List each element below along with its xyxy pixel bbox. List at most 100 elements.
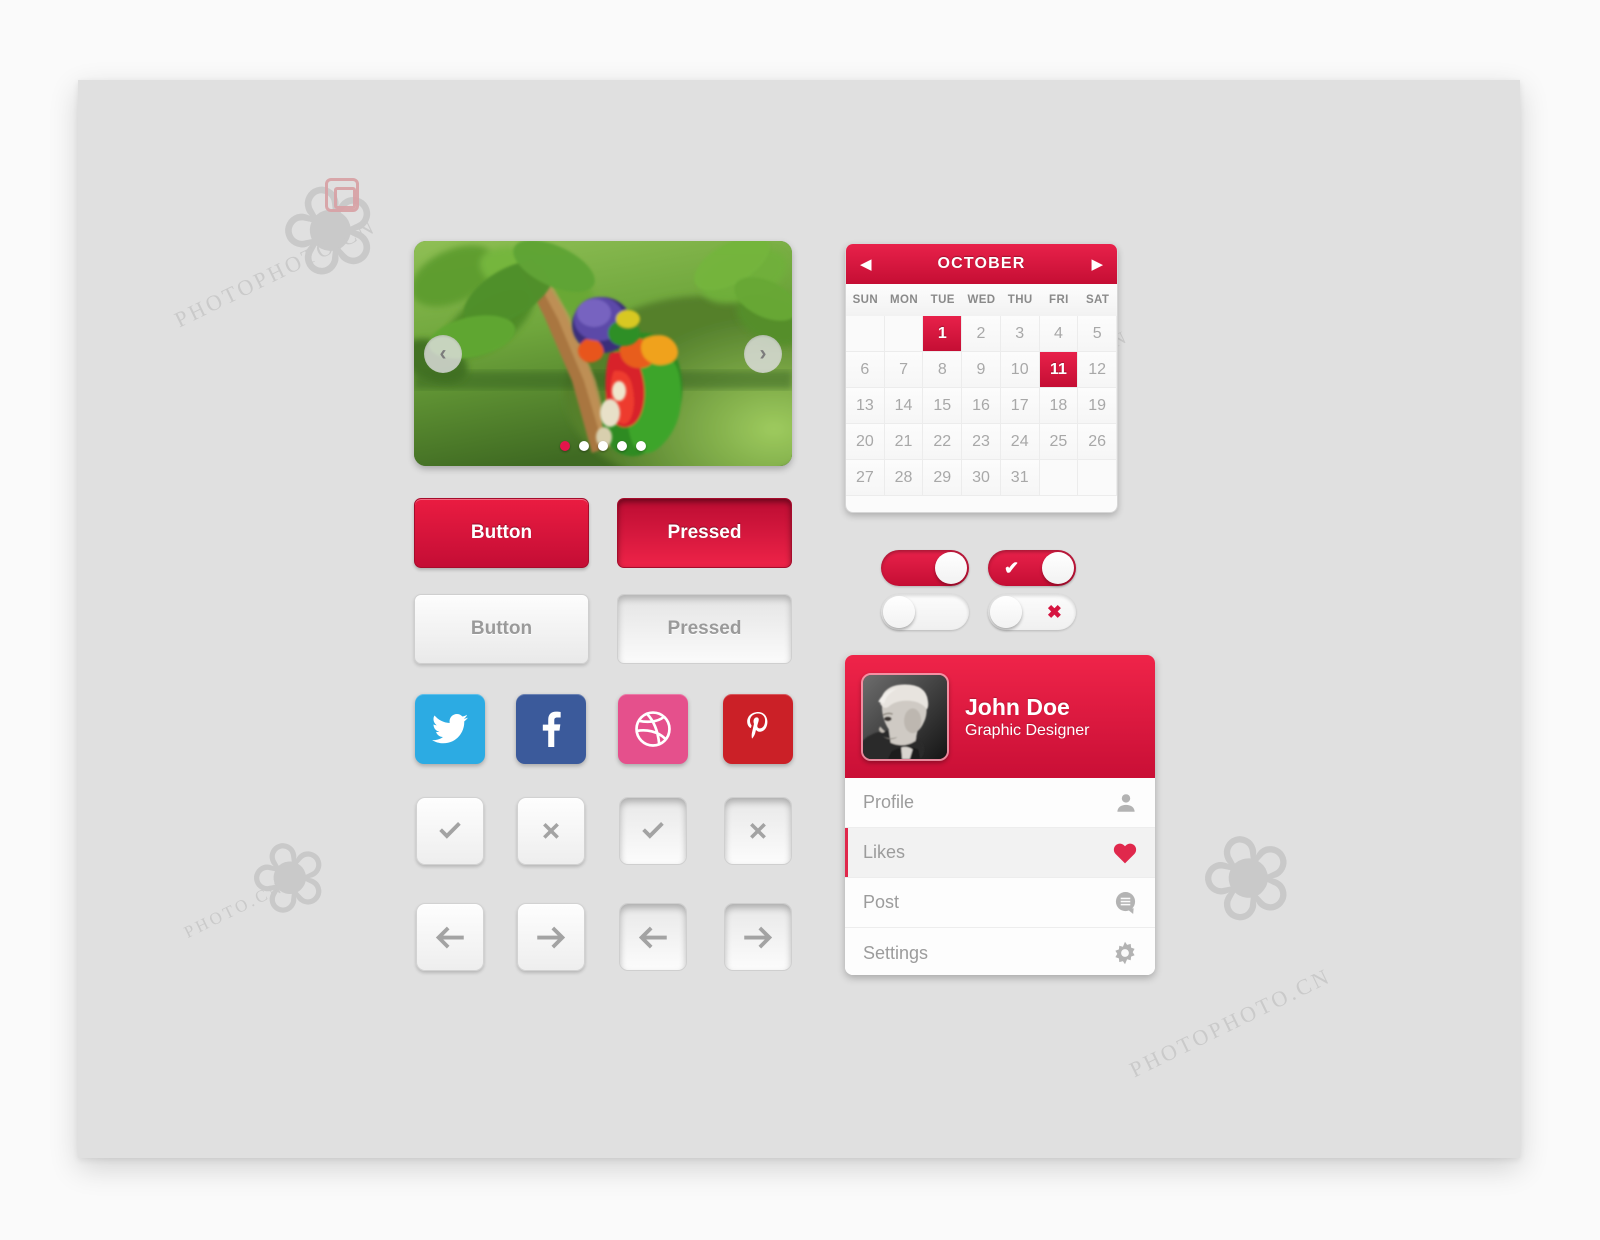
profile-identity: John Doe Graphic Designer (965, 694, 1090, 740)
calendar-cell-empty (846, 316, 885, 352)
check-icon (642, 822, 664, 839)
slider-dot-1[interactable] (560, 441, 570, 451)
toggle-on-plain[interactable] (881, 550, 969, 586)
menu-item-likes[interactable]: Likes (845, 828, 1155, 878)
calendar-cell[interactable]: 21 (884, 424, 924, 460)
calendar-weekday: SAT (1085, 294, 1110, 306)
slider-next-button[interactable]: › (744, 334, 782, 373)
slider-dot-4[interactable] (617, 441, 627, 451)
calendar-cell[interactable]: 14 (884, 388, 924, 424)
social-button-twitter[interactable] (415, 694, 485, 764)
close-icon (543, 822, 559, 839)
calendar-cell[interactable]: 3 (1000, 316, 1040, 352)
calendar-cell[interactable]: 18 (1039, 388, 1079, 424)
arrow-right-icon (537, 926, 566, 949)
calendar-cell[interactable]: 26 (1078, 424, 1117, 460)
calendar-cell[interactable]: 12 (1078, 352, 1117, 388)
calendar-cell[interactable]: 5 (1078, 316, 1117, 352)
calendar-cell[interactable]: 7 (884, 352, 924, 388)
gear-icon (1115, 941, 1135, 965)
calendar-month-label: OCTOBER (937, 255, 1026, 272)
user-icon (1117, 793, 1135, 812)
calendar-header: ◀ OCTOBER ▶ (846, 244, 1117, 284)
calendar-cell[interactable]: 17 (1000, 388, 1040, 424)
menu-item-label: Settings (863, 942, 929, 963)
calendar-cell[interactable]: 9 (962, 352, 1001, 388)
calendar-cell[interactable]: 10 (1000, 352, 1040, 388)
chevron-left-icon: ‹ (439, 341, 447, 365)
social-button-dribbble[interactable] (618, 694, 688, 764)
red-button-pressed[interactable]: Pressed (617, 498, 792, 568)
calendar-cell[interactable]: 16 (962, 388, 1001, 424)
calendar-widget[interactable]: ◀ OCTOBER ▶ SUN MON TUE WED THU FRI SAT 123456… (845, 243, 1118, 513)
comment-icon (1115, 891, 1136, 914)
calendar-weekday: SUN (852, 294, 879, 306)
close-icon: ✖ (1046, 601, 1062, 622)
calendar-cell[interactable]: 13 (846, 388, 885, 424)
close-button[interactable] (517, 797, 585, 865)
toggle-knob (883, 596, 915, 628)
calendar-next-button[interactable]: ▶ (1091, 255, 1103, 273)
calendar-cell[interactable]: 6 (846, 352, 885, 388)
heart-icon (1113, 843, 1137, 863)
social-button-facebook[interactable] (516, 694, 586, 764)
calendar-cell[interactable]: 24 (1000, 424, 1040, 460)
calendar-cell[interactable]: 15 (923, 388, 963, 424)
arrow-left-button[interactable] (416, 903, 484, 971)
slider-prev-button[interactable]: ‹ (424, 334, 462, 373)
toggle-off-plain[interactable] (881, 594, 969, 630)
check-button[interactable] (416, 797, 484, 865)
pinterest-icon (747, 712, 768, 739)
calendar-cell[interactable]: 27 (846, 460, 885, 496)
toggle-on-check[interactable]: ✔ (988, 550, 1076, 586)
calendar-cell[interactable]: 25 (1039, 424, 1079, 460)
menu-item-profile[interactable]: Profile (845, 778, 1155, 828)
toggle-off-cross[interactable]: ✖ (988, 594, 1076, 630)
calendar-date-grid[interactable]: 1 2 3 4 5 6 7 8 9 10 11 12 13 14 15 16 17 18 19 20 21 22 23 24 2… (846, 316, 1117, 496)
slider-pagination[interactable] (560, 441, 646, 451)
check-icon (439, 822, 461, 839)
check-button-pressed[interactable] (619, 797, 687, 865)
chevron-right-icon: › (759, 341, 767, 365)
calendar-cell[interactable]: 30 (962, 460, 1001, 496)
slider-photo (414, 241, 792, 466)
image-slider[interactable]: ‹ › (414, 241, 792, 466)
menu-item-post[interactable]: Post (845, 878, 1155, 928)
slider-dot-3[interactable] (598, 441, 608, 451)
calendar-cell[interactable]: 19 (1078, 388, 1117, 424)
white-button-pressed[interactable]: Pressed (617, 594, 792, 664)
calendar-cell[interactable]: 23 (962, 424, 1001, 460)
calendar-cell[interactable]: 28 (884, 460, 924, 496)
arrow-left-button-pressed[interactable] (619, 903, 687, 971)
menu-item-settings[interactable]: Settings (845, 928, 1155, 975)
white-button[interactable]: Button (414, 594, 589, 664)
slider-dot-2[interactable] (579, 441, 589, 451)
calendar-cell-selected[interactable]: 1 (923, 316, 963, 352)
dribbble-icon (635, 711, 671, 747)
arrow-left-icon (638, 926, 667, 949)
calendar-cell[interactable]: 22 (923, 424, 963, 460)
avatar (861, 672, 949, 761)
calendar-prev-button[interactable]: ◀ (860, 255, 872, 273)
close-button-pressed[interactable] (724, 797, 792, 865)
profile-card: John Doe Graphic Designer Profile Likes … (845, 655, 1155, 975)
arrow-right-button-pressed[interactable] (724, 903, 792, 971)
arrow-right-button[interactable] (517, 903, 585, 971)
calendar-cell[interactable]: 31 (1000, 460, 1040, 496)
toggle-knob (990, 596, 1022, 628)
calendar-cell[interactable]: 2 (962, 316, 1001, 352)
red-button[interactable]: Button (414, 498, 589, 568)
calendar-cell[interactable]: 29 (923, 460, 963, 496)
menu-item-label: Profile (863, 792, 915, 812)
calendar-weekday: THU (1007, 294, 1033, 306)
calendar-cell[interactable]: 4 (1039, 316, 1079, 352)
facebook-icon (542, 711, 561, 747)
calendar-weekday: TUE (930, 294, 955, 306)
slider-dot-5[interactable] (636, 441, 646, 451)
calendar-cell[interactable]: 20 (846, 424, 885, 460)
toggle-knob (935, 552, 967, 584)
calendar-cell-selected[interactable]: 11 (1039, 352, 1079, 388)
social-button-pinterest[interactable] (723, 694, 793, 764)
calendar-weekday: MON (890, 294, 919, 306)
calendar-cell[interactable]: 8 (923, 352, 963, 388)
